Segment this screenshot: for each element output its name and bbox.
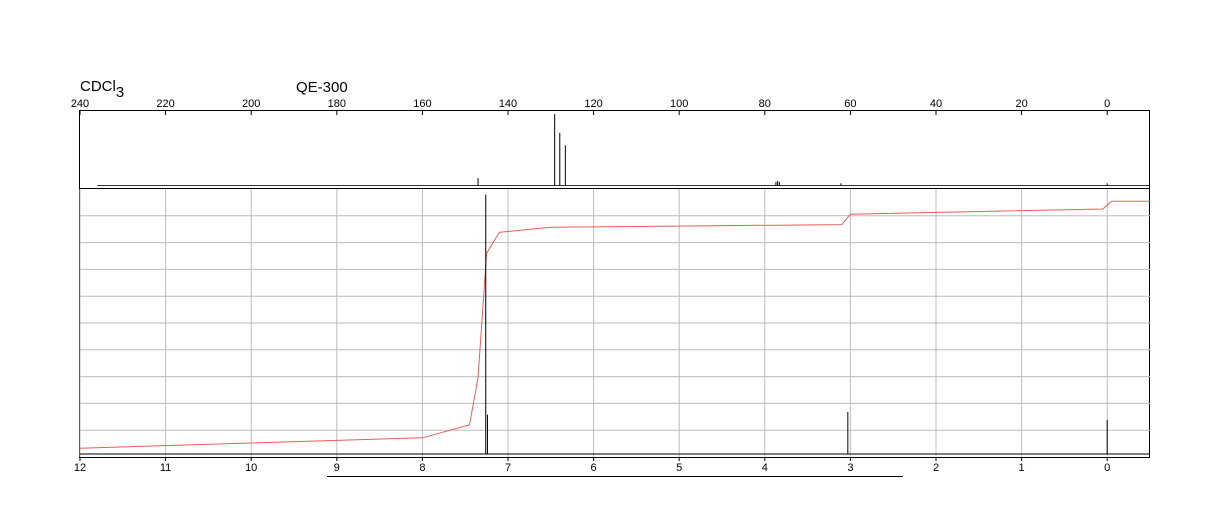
carbon-panel-frame	[79, 110, 1150, 189]
carbon-tick-label: 20	[1015, 98, 1027, 110]
carbon-tick-label: 80	[759, 98, 771, 110]
proton-tick-label: 2	[933, 462, 939, 474]
proton-axis-ticks: 12 11 10 9 8 7 6 5 4 3 2 1 0	[74, 457, 1110, 474]
proton-tick-label: 1	[1019, 462, 1025, 474]
proton-grid	[79, 189, 1150, 457]
proton-tick-label: 4	[762, 462, 768, 474]
proton-tick-label: 8	[419, 462, 425, 474]
proton-tick-label: 7	[505, 462, 511, 474]
proton-tick-label: 6	[591, 462, 597, 474]
carbon-tick-label: 60	[844, 98, 856, 110]
carbon-tick-label: 200	[242, 98, 260, 110]
carbon-tick-label: 220	[156, 98, 174, 110]
carbon-axis-ticks: 240 220 200 180 160 140 120 100 80 60 40 20 0	[71, 98, 1110, 115]
nmr-spectrum-figure: CDCl3 QE-300 240 220 200 180 160 140 120 100 80 6…	[71, 78, 1150, 477]
carbon-tick-label: 120	[584, 98, 602, 110]
proton-spectrum-trace	[80, 194, 1150, 455]
proton-tick-label: 11	[160, 462, 171, 474]
carbon-spectrum-trace	[97, 113, 1150, 186]
carbon-tick-label: 240	[71, 98, 89, 110]
carbon-tick-label: 180	[328, 98, 346, 110]
carbon-tick-label: 160	[413, 98, 431, 110]
proton-tick-label: 10	[245, 462, 257, 474]
carbon-tick-label: 40	[930, 98, 942, 110]
proton-integral-curve	[79, 200, 1150, 449]
proton-tick-label: 0	[1104, 462, 1110, 474]
carbon-tick-label: 0	[1104, 98, 1110, 110]
proton-integral-line	[79, 200, 1150, 449]
proton-tick-label: 5	[676, 462, 682, 474]
carbon-tick-label: 140	[499, 98, 517, 110]
proton-tick-label: 3	[847, 462, 853, 474]
carbon-tick-label: 100	[670, 98, 688, 110]
proton-tick-label: 9	[334, 462, 340, 474]
instrument-label: QE-300	[296, 79, 348, 96]
proton-tick-label: 12	[74, 462, 86, 474]
